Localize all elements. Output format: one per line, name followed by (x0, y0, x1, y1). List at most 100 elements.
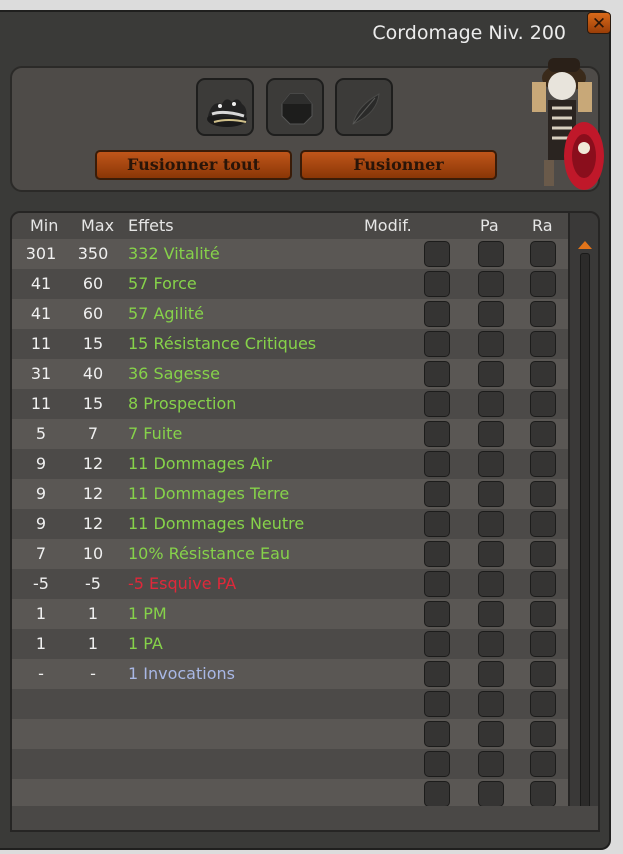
table-row: 9 12 11 Dommages Air (12, 449, 568, 479)
scroll-track[interactable] (580, 253, 590, 815)
ra-checkbox[interactable] (530, 421, 556, 447)
header-ra: Ra (532, 216, 553, 235)
modif-checkbox[interactable] (424, 541, 450, 567)
table-row: 301 350 332 Vitalité (12, 239, 568, 269)
modif-checkbox[interactable] (424, 571, 450, 597)
pa-checkbox[interactable] (478, 541, 504, 567)
pa-checkbox[interactable] (478, 391, 504, 417)
effect-value: -5 Esquive PA (128, 574, 237, 593)
pa-checkbox[interactable] (478, 661, 504, 687)
effect-value: 8 Prospection (128, 394, 237, 413)
ra-checkbox[interactable] (530, 661, 556, 687)
column-divider (568, 213, 570, 829)
scroll-up-arrow-icon[interactable] (578, 241, 592, 249)
pa-checkbox[interactable] (478, 571, 504, 597)
ra-checkbox[interactable] (530, 541, 556, 567)
pa-checkbox[interactable] (478, 631, 504, 657)
pa-checkbox[interactable] (478, 781, 504, 807)
effect-value: 36 Sagesse (128, 364, 220, 383)
merge-all-button[interactable]: Fusionner tout (95, 150, 292, 180)
boots-item-slot[interactable] (196, 78, 254, 136)
modif-checkbox[interactable] (424, 421, 450, 447)
modif-checkbox[interactable] (424, 481, 450, 507)
ra-checkbox[interactable] (530, 691, 556, 717)
modif-checkbox[interactable] (424, 241, 450, 267)
rune-slot[interactable] (266, 78, 324, 136)
min-value: -5 (33, 574, 49, 593)
table-row (12, 749, 568, 779)
min-value: 11 (30, 334, 52, 353)
pa-checkbox[interactable] (478, 451, 504, 477)
feather-slot[interactable] (335, 78, 393, 136)
pa-checkbox[interactable] (478, 421, 504, 447)
ra-checkbox[interactable] (530, 451, 556, 477)
ra-checkbox[interactable] (530, 631, 556, 657)
pa-checkbox[interactable] (478, 301, 504, 327)
modif-checkbox[interactable] (424, 751, 450, 777)
min-value: 11 (30, 394, 52, 413)
hexagon-icon (281, 93, 313, 125)
table-row: 11 15 15 Résistance Critiques (12, 329, 568, 359)
ra-checkbox[interactable] (530, 511, 556, 537)
modif-checkbox[interactable] (424, 331, 450, 357)
pa-checkbox[interactable] (478, 721, 504, 747)
modif-checkbox[interactable] (424, 511, 450, 537)
min-value: 5 (35, 424, 47, 443)
ra-checkbox[interactable] (530, 361, 556, 387)
effects-rows: 301 350 332 Vitalité 41 60 57 Force 41 60 57 Agi… (12, 239, 568, 809)
modif-checkbox[interactable] (424, 721, 450, 747)
min-value: 41 (30, 274, 52, 293)
max-value: 12 (82, 484, 104, 503)
table-row: 11 15 8 Prospection (12, 389, 568, 419)
effect-value: 332 Vitalité (128, 244, 220, 263)
min-value: 9 (35, 454, 47, 473)
min-value: 9 (35, 514, 47, 533)
scrollbar[interactable] (578, 239, 592, 829)
pa-checkbox[interactable] (478, 331, 504, 357)
max-value: 15 (82, 394, 104, 413)
modif-checkbox[interactable] (424, 301, 450, 327)
ra-checkbox[interactable] (530, 241, 556, 267)
modif-checkbox[interactable] (424, 271, 450, 297)
pa-checkbox[interactable] (478, 271, 504, 297)
effect-value: 57 Agilité (128, 304, 204, 323)
ra-checkbox[interactable] (530, 601, 556, 627)
modif-checkbox[interactable] (424, 631, 450, 657)
ra-checkbox[interactable] (530, 751, 556, 777)
ra-checkbox[interactable] (530, 331, 556, 357)
table-row (12, 719, 568, 749)
pa-checkbox[interactable] (478, 481, 504, 507)
close-button[interactable]: ✕ (587, 12, 611, 34)
modif-checkbox[interactable] (424, 391, 450, 417)
ra-checkbox[interactable] (530, 721, 556, 747)
pa-checkbox[interactable] (478, 241, 504, 267)
ra-checkbox[interactable] (530, 781, 556, 807)
pa-checkbox[interactable] (478, 511, 504, 537)
merge-button[interactable]: Fusionner (300, 150, 497, 180)
max-value: 60 (82, 274, 104, 293)
max-value: 7 (87, 424, 99, 443)
pa-checkbox[interactable] (478, 601, 504, 627)
modif-checkbox[interactable] (424, 781, 450, 807)
modif-checkbox[interactable] (424, 601, 450, 627)
pa-checkbox[interactable] (478, 691, 504, 717)
pa-checkbox[interactable] (478, 751, 504, 777)
modif-checkbox[interactable] (424, 691, 450, 717)
ra-checkbox[interactable] (530, 481, 556, 507)
ra-checkbox[interactable] (530, 571, 556, 597)
feather-icon (352, 93, 380, 125)
modif-checkbox[interactable] (424, 661, 450, 687)
title-bar: Cordomage Niv. 200 (0, 12, 580, 46)
modif-checkbox[interactable] (424, 361, 450, 387)
table-row: 1 1 1 PA (12, 629, 568, 659)
ra-checkbox[interactable] (530, 301, 556, 327)
ra-checkbox[interactable] (530, 271, 556, 297)
table-row: - - 1 Invocations (12, 659, 568, 689)
ra-checkbox[interactable] (530, 391, 556, 417)
table-header: Min Max Effets Modif. Pa Ra (12, 213, 568, 239)
table-row: 5 7 7 Fuite (12, 419, 568, 449)
modif-checkbox[interactable] (424, 451, 450, 477)
header-effects: Effets (128, 216, 174, 235)
effect-value: 1 Invocations (128, 664, 235, 683)
pa-checkbox[interactable] (478, 361, 504, 387)
